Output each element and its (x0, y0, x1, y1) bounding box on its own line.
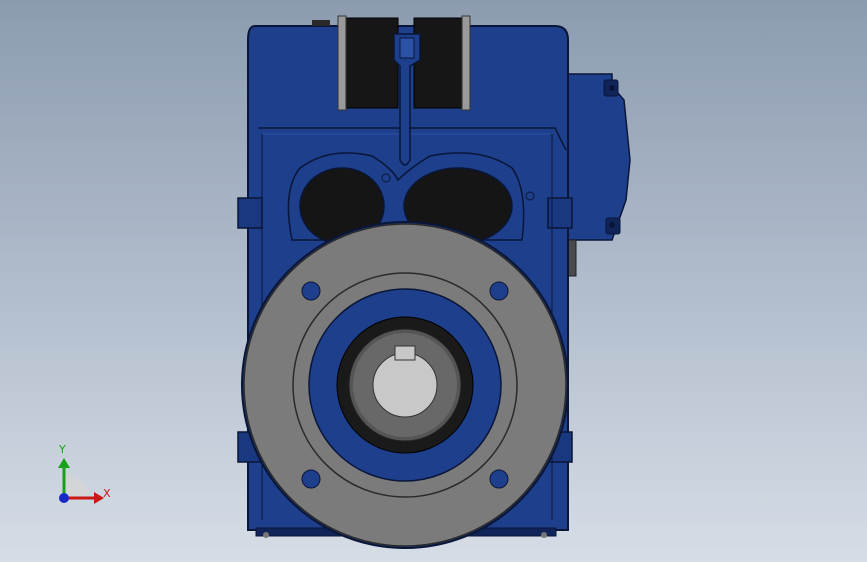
cad-viewport[interactable]: Y X (0, 0, 867, 562)
gear-reducer-model[interactable] (0, 0, 867, 562)
axis-triad (58, 458, 104, 504)
output-flange (241, 221, 569, 549)
x-axis-label: X (103, 487, 111, 500)
y-axis-label: Y (59, 443, 66, 456)
motor-adapter (565, 73, 631, 277)
